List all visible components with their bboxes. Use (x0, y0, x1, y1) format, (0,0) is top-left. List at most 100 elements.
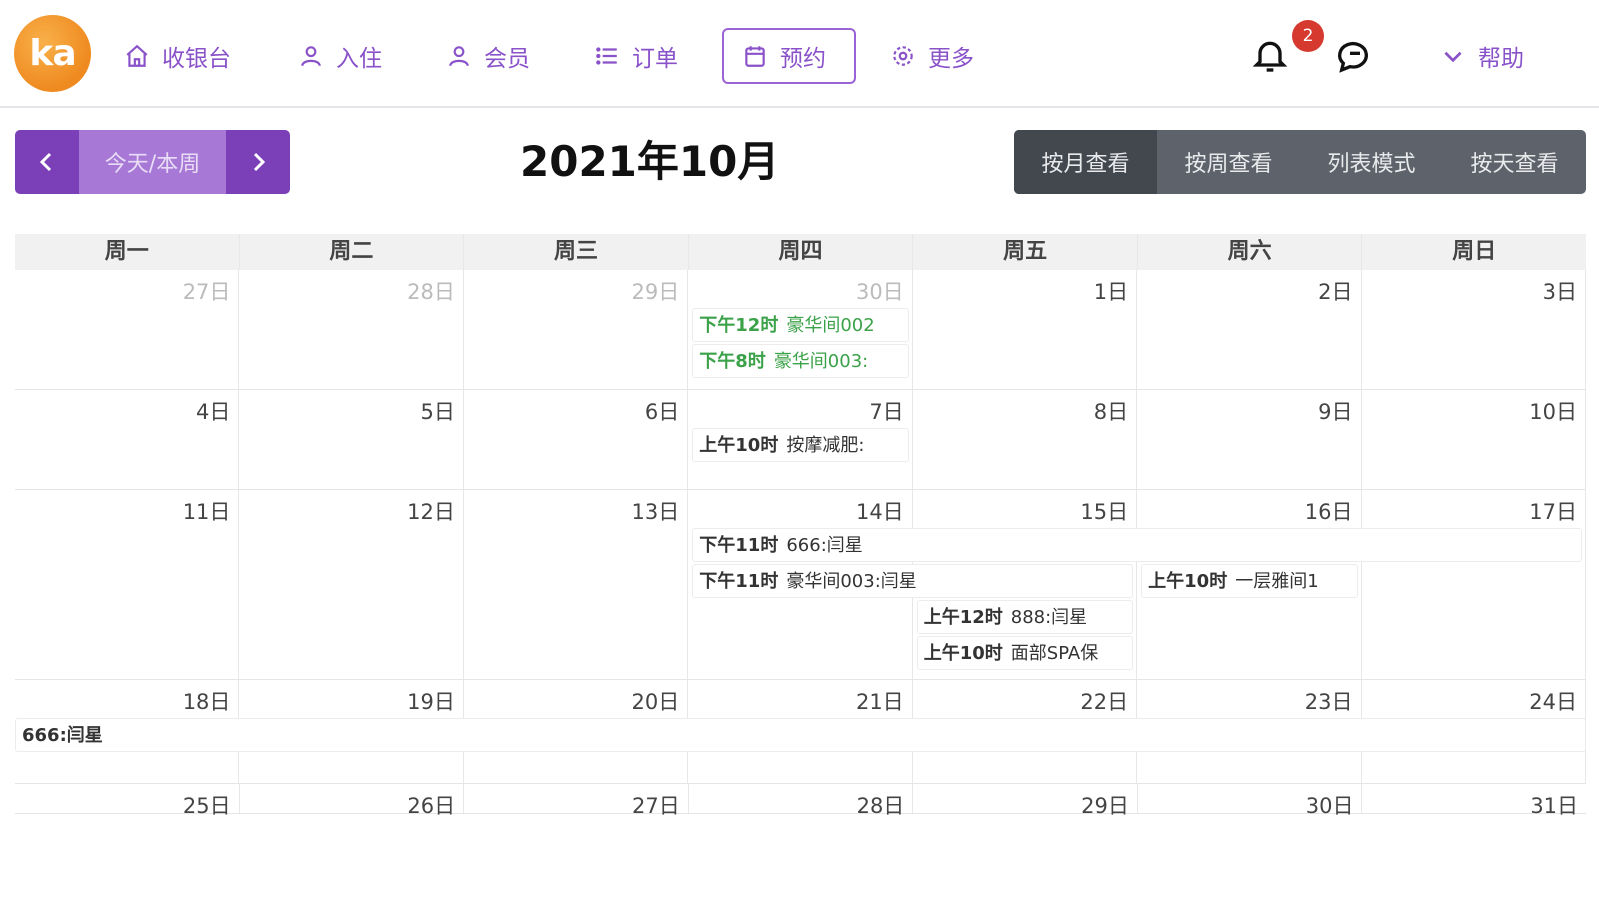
help-menu[interactable]: 帮助 (1420, 28, 1544, 84)
weekday-wed: 周三 (464, 234, 689, 270)
day-number[interactable]: 15日 (1080, 496, 1128, 526)
event-title: 一层雅间1 (1235, 571, 1319, 592)
day-number[interactable]: 5日 (420, 396, 454, 426)
day-cell[interactable]: 30日 (1138, 784, 1363, 818)
calendar-week: 4日 5日 6日 7日 8日 9日 10日上午10时 按摩减肥: (15, 390, 1586, 490)
day-cell[interactable]: 8日 (913, 390, 1138, 489)
today-button[interactable]: 今天/本周 (79, 130, 226, 194)
day-cell[interactable]: 27日 (464, 784, 689, 818)
day-cell[interactable]: 25日 (15, 784, 240, 818)
day-number[interactable]: 13日 (632, 496, 680, 526)
event-title: 面部SPA保 (1010, 643, 1099, 664)
calendar-event[interactable]: 上午10时 按摩减肥: (692, 428, 909, 462)
day-number[interactable]: 12日 (407, 496, 455, 526)
view-day-button[interactable]: 按天查看 (1443, 130, 1586, 194)
day-cell[interactable]: 17日 (1362, 490, 1586, 679)
day-number[interactable]: 4日 (196, 396, 230, 426)
next-button[interactable] (226, 130, 290, 194)
day-number[interactable]: 14日 (856, 496, 904, 526)
notification-button[interactable] (1245, 30, 1295, 80)
calendar-event[interactable]: 上午12时 888:闫星 (916, 600, 1134, 634)
day-number[interactable]: 20日 (632, 686, 680, 716)
calendar-event[interactable]: 下午12时 豪华间002 (692, 308, 909, 342)
day-number[interactable]: 19日 (407, 686, 455, 716)
day-number[interactable]: 27日 (183, 276, 231, 306)
day-cell[interactable]: 3日 (1362, 270, 1586, 389)
day-number[interactable]: 2日 (1318, 276, 1352, 306)
message-button[interactable] (1330, 30, 1380, 80)
calendar-event[interactable]: 下午11时 豪华间003:闫星 (692, 564, 1134, 598)
event-title: 按摩减肥: (786, 435, 865, 456)
day-cell[interactable]: 29日 (464, 270, 689, 389)
day-cell[interactable]: 5日 (239, 390, 464, 489)
day-number[interactable]: 6日 (645, 396, 679, 426)
day-number[interactable]: 30日 (1306, 790, 1354, 820)
calendar-event[interactable]: 上午10时 一层雅间1 (1141, 564, 1358, 598)
day-number[interactable]: 23日 (1305, 686, 1353, 716)
day-cell[interactable]: 1日 (913, 270, 1138, 389)
help-label: 帮助 (1478, 46, 1524, 72)
day-cell[interactable]: 13日 (464, 490, 689, 679)
nav-member[interactable]: 会员 (426, 28, 550, 84)
calendar-event[interactable]: 下午8时 豪华间003: (692, 344, 909, 378)
view-list-button[interactable]: 列表模式 (1300, 130, 1443, 194)
nav-orders[interactable]: 订单 (574, 28, 698, 84)
day-number[interactable]: 26日 (407, 790, 455, 820)
view-week-button[interactable]: 按周查看 (1157, 130, 1300, 194)
day-number[interactable]: 22日 (1080, 686, 1128, 716)
day-number[interactable]: 30日 (856, 276, 904, 306)
event-time: 下午11时 (699, 571, 779, 592)
day-cell[interactable]: 2日 (1137, 270, 1362, 389)
day-number[interactable]: 21日 (856, 686, 904, 716)
day-number[interactable]: 24日 (1529, 686, 1577, 716)
day-cell[interactable]: 11日 (15, 490, 240, 679)
day-number[interactable]: 27日 (632, 790, 680, 820)
day-number[interactable]: 3日 (1543, 276, 1577, 306)
day-number[interactable]: 29日 (1081, 790, 1129, 820)
day-cell[interactable]: 27日 (15, 270, 240, 389)
day-cell[interactable]: 10日 (1362, 390, 1586, 489)
day-cell[interactable]: 28日 (689, 784, 914, 818)
nav-more[interactable]: 更多 (870, 28, 994, 84)
day-number[interactable]: 10日 (1529, 396, 1577, 426)
weekday-header: 周一 周二 周三 周四 周五 周六 周日 (15, 234, 1586, 270)
prev-button[interactable] (15, 130, 79, 194)
view-month-button[interactable]: 按月查看 (1014, 130, 1157, 194)
chevron-left-icon (39, 152, 52, 172)
day-cell[interactable]: 26日 (240, 784, 465, 818)
day-number[interactable]: 9日 (1318, 396, 1352, 426)
day-number[interactable]: 16日 (1305, 496, 1353, 526)
day-number[interactable]: 11日 (183, 496, 231, 526)
day-number[interactable]: 1日 (1094, 276, 1128, 306)
calendar-event[interactable]: 666:闫星 (15, 718, 1586, 752)
calendar-grid: 27日 28日 29日 30日 1日 2日 3日下午12时 豪华间002 下午8时 豪华间003:… (15, 270, 1586, 818)
day-number[interactable]: 17日 (1529, 496, 1577, 526)
view-switcher: 按月查看 按周查看 列表模式 按天查看 (1014, 130, 1586, 194)
day-cell[interactable]: 4日 (15, 390, 240, 489)
day-cell[interactable]: 9日 (1137, 390, 1362, 489)
day-number[interactable]: 28日 (407, 276, 455, 306)
day-number[interactable]: 18日 (183, 686, 231, 716)
calendar-event[interactable]: 下午11时 666:闫星 (692, 528, 1582, 562)
day-cell[interactable]: 29日 (913, 784, 1138, 818)
day-cell[interactable]: 6日 (464, 390, 689, 489)
nav-cashier[interactable]: 收银台 (104, 28, 251, 84)
calendar-event[interactable]: 上午10时 面部SPA保 (916, 636, 1134, 670)
day-number[interactable]: 7日 (869, 396, 903, 426)
day-number[interactable]: 28日 (857, 790, 905, 820)
gear-icon (893, 46, 913, 66)
event-title: 666:闫星 (786, 535, 863, 556)
day-cell[interactable]: 31日 (1362, 784, 1586, 818)
nav-reservation[interactable]: 预约 (722, 28, 856, 84)
day-number[interactable]: 25日 (183, 790, 231, 820)
day-number[interactable]: 29日 (632, 276, 680, 306)
event-title: 666:闫星 (22, 725, 103, 746)
event-time: 上午10时 (699, 435, 779, 456)
day-number[interactable]: 8日 (1094, 396, 1128, 426)
nav-checkin[interactable]: 入住 (278, 28, 402, 84)
day-number[interactable]: 31日 (1530, 790, 1578, 820)
day-cell[interactable]: 12日 (239, 490, 464, 679)
day-cell[interactable]: 28日 (239, 270, 464, 389)
weekday-thu: 周四 (689, 234, 914, 270)
brand-logo[interactable]: ka (14, 15, 91, 92)
